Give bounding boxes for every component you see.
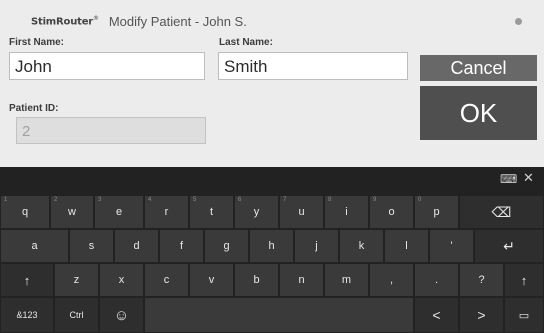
shift-right-key[interactable]: ↑	[504, 263, 544, 297]
cancel-button[interactable]: Cancel	[420, 55, 537, 81]
key-l[interactable]: l	[384, 229, 429, 263]
window-title: Modify Patient - John S.	[108, 13, 247, 29]
key-v[interactable]: v	[189, 263, 234, 297]
key-d[interactable]: d	[114, 229, 159, 263]
key-w[interactable]: 2w	[50, 195, 94, 229]
last-name-label: Last Name:	[219, 37, 273, 48]
keyboard-settings-key[interactable]: ▭	[504, 297, 544, 333]
key-z[interactable]: z	[54, 263, 99, 297]
shift-left-key[interactable]: ↑	[0, 263, 54, 297]
key-j[interactable]: j	[294, 229, 339, 263]
title-bar: StimRouter® Modify Patient - John S.	[10, 8, 540, 34]
key-apostrophe[interactable]: '	[429, 229, 474, 263]
key-q[interactable]: 1q	[0, 195, 50, 229]
key-n[interactable]: n	[279, 263, 324, 297]
key-b[interactable]: b	[234, 263, 279, 297]
space-key[interactable]	[144, 297, 414, 333]
key-k[interactable]: k	[339, 229, 384, 263]
key-r[interactable]: 4r	[144, 195, 189, 229]
key-question[interactable]: ?	[459, 263, 504, 297]
key-p[interactable]: 0p	[414, 195, 459, 229]
stimrouter-logo: StimRouter®	[31, 14, 99, 28]
arrow-left-key[interactable]: <	[414, 297, 459, 333]
key-x[interactable]: x	[99, 263, 144, 297]
key-s[interactable]: s	[69, 229, 114, 263]
key-m[interactable]: m	[324, 263, 369, 297]
first-name-label: First Name:	[9, 37, 65, 48]
key-i[interactable]: 8i	[324, 195, 369, 229]
last-name-field[interactable]: Smith	[218, 52, 408, 80]
status-dot-icon	[515, 18, 522, 25]
key-t[interactable]: 5t	[189, 195, 234, 229]
keyboard-layout-icon[interactable]: ⌨	[500, 172, 517, 186]
arrow-right-key[interactable]: >	[459, 297, 504, 333]
keyboard-top-bar: ⌨ ✕	[0, 167, 544, 193]
backspace-key[interactable]: ⌫	[459, 195, 544, 229]
key-period[interactable]: .	[414, 263, 459, 297]
key-e[interactable]: 3e	[94, 195, 144, 229]
emoji-key[interactable]: ☺	[99, 297, 144, 333]
key-y[interactable]: 6y	[234, 195, 279, 229]
first-name-field[interactable]: John	[9, 52, 205, 80]
patient-id-label: Patient ID:	[9, 103, 59, 114]
key-o[interactable]: 9o	[369, 195, 414, 229]
close-keyboard-icon[interactable]: ✕	[523, 170, 534, 186]
key-u[interactable]: 7u	[279, 195, 324, 229]
ctrl-key[interactable]: Ctrl	[54, 297, 99, 333]
key-comma[interactable]: ,	[369, 263, 414, 297]
enter-key[interactable]: ↵	[474, 229, 544, 263]
key-h[interactable]: h	[249, 229, 294, 263]
key-c[interactable]: c	[144, 263, 189, 297]
key-a[interactable]: a	[0, 229, 69, 263]
key-g[interactable]: g	[204, 229, 249, 263]
ok-button[interactable]: OK	[420, 86, 537, 140]
key-f[interactable]: f	[159, 229, 204, 263]
symbols-key[interactable]: &123	[0, 297, 54, 333]
touch-keyboard: ⌨ ✕ 1q 2w 3e 4r 5t 6y 7u 8i 9o 0p ⌫ a s …	[0, 167, 544, 333]
patient-id-field: 2	[16, 117, 206, 144]
